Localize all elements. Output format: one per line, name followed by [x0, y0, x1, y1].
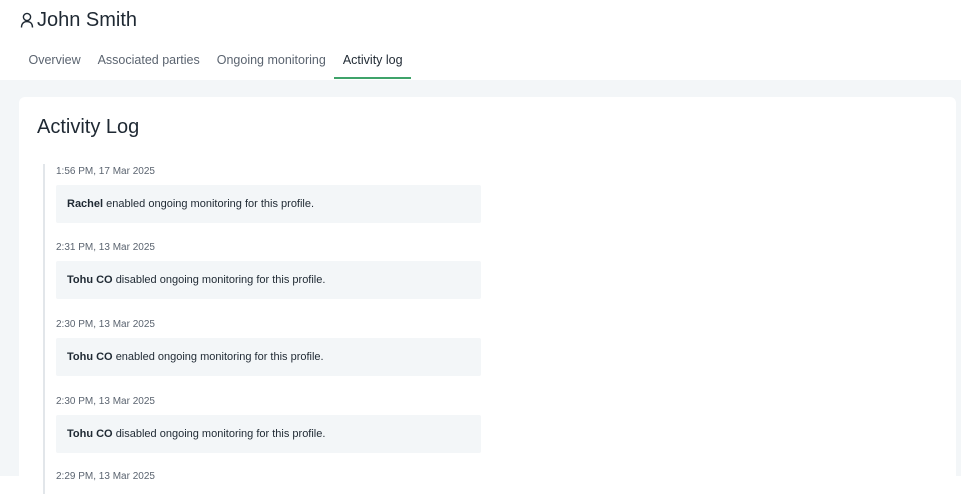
entry-actor: Rachel	[67, 198, 104, 210]
entry-timestamp: 2:30 PM, 13 Mar 2025	[56, 396, 155, 407]
entry-timestamp: 2:31 PM, 13 Mar 2025	[56, 242, 155, 253]
activity-log-card: Activity Log 1:56 PM, 17 Mar 2025 Rachel…	[19, 97, 956, 497]
entry-action: disabled ongoing monitoring for this pro…	[115, 428, 326, 440]
entry-actor: Tohu CO	[67, 428, 113, 440]
entry-timestamp: 1:56 PM, 17 Mar 2025	[56, 166, 155, 177]
user-icon	[20, 12, 34, 28]
activity-entry: Tohu CO disabled ongoing monitoring for …	[56, 261, 481, 299]
entry-timestamp: 2:30 PM, 13 Mar 2025	[56, 319, 155, 330]
activity-entry: Tohu CO disabled ongoing monitoring for …	[56, 415, 481, 453]
timeline-line	[43, 164, 45, 494]
profile-tabs: Overview Associated parties Ongoing moni…	[20, 44, 411, 79]
entry-timestamp: 2:29 PM, 13 Mar 2025	[56, 471, 155, 482]
entry-text: Tohu CO enabled ongoing monitoring for t…	[67, 350, 324, 364]
section-title: Activity Log	[37, 116, 140, 138]
activity-entry: Rachel enabled ongoing monitoring for th…	[56, 185, 481, 223]
page-title: John Smith	[37, 9, 138, 31]
entry-action: enabled ongoing monitoring for this prof…	[115, 351, 324, 363]
tab-activity-log[interactable]: Activity log	[334, 44, 411, 79]
entry-text: Rachel enabled ongoing monitoring for th…	[67, 197, 314, 211]
entry-actor: Tohu CO	[67, 274, 113, 286]
tab-ongoing-monitoring[interactable]: Ongoing monitoring	[208, 44, 334, 79]
entry-text: Tohu CO disabled ongoing monitoring for …	[67, 427, 325, 441]
profile-header: John Smith Overview Associated parties O…	[0, 0, 961, 80]
entry-text: Tohu CO disabled ongoing monitoring for …	[67, 273, 325, 287]
tab-associated-parties[interactable]: Associated parties	[89, 44, 208, 79]
entry-actor: Tohu CO	[67, 351, 113, 363]
tab-overview[interactable]: Overview	[20, 44, 89, 79]
title-row: John Smith	[20, 8, 137, 32]
entry-action: enabled ongoing monitoring for this prof…	[106, 198, 315, 210]
activity-entry: Tohu CO enabled ongoing monitoring for t…	[56, 338, 481, 376]
entry-action: disabled ongoing monitoring for this pro…	[115, 274, 326, 286]
